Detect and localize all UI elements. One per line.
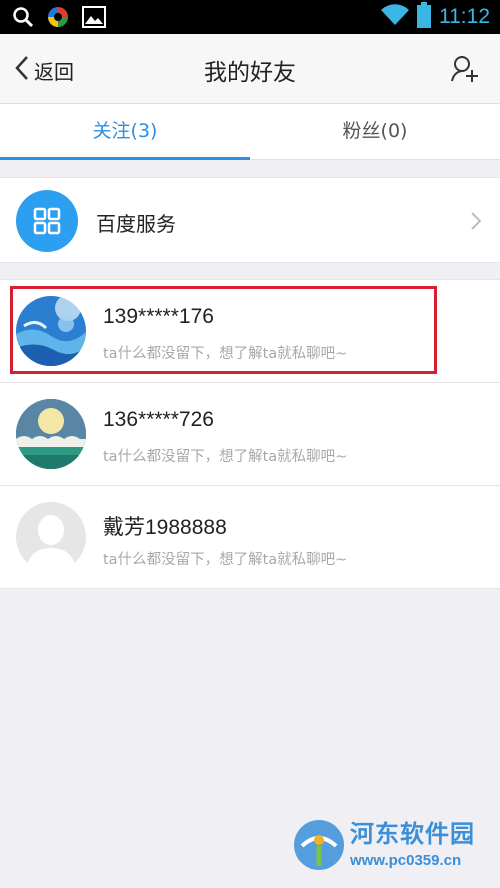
friend-name: 戴芳1988888	[103, 516, 227, 539]
chevron-right-icon	[470, 211, 482, 235]
friend-row[interactable]: 136*****726 ta什么都没留下，想了解ta就私聊吧~	[0, 383, 500, 486]
sunset-avatar	[16, 399, 86, 469]
page-title: 我的好友	[204, 60, 296, 86]
watermark-url: www.pc0359.cn	[350, 852, 462, 869]
status-time: 11:12	[439, 5, 490, 28]
default-person-avatar	[16, 502, 86, 572]
baidu-service-row[interactable]: 百度服务	[0, 177, 500, 263]
friend-row[interactable]: 139*****176 ta什么都没留下，想了解ta就私聊吧~	[0, 280, 500, 383]
watermark-logo-icon	[292, 816, 346, 878]
service-label: 百度服务	[96, 212, 176, 236]
ocean-avatar	[16, 296, 86, 366]
app-logo-icon	[46, 5, 70, 33]
friend-row[interactable]: 戴芳1988888 ta什么都没留下，想了解ta就私聊吧~	[0, 486, 500, 589]
add-friend-icon	[450, 54, 480, 88]
watermark: 河东软件园 www.pc0359.cn	[292, 812, 492, 880]
status-left-icons	[12, 5, 106, 33]
tab-fans[interactable]: 粉丝(0)	[250, 104, 500, 159]
friend-list: 139*****176 ta什么都没留下，想了解ta就私聊吧~ 136*****…	[0, 279, 500, 589]
wifi-icon	[381, 4, 409, 30]
friend-name: 139*****176	[103, 305, 214, 328]
image-icon	[82, 6, 106, 32]
friend-signature: ta什么都没留下，想了解ta就私聊吧~	[103, 346, 348, 362]
tab-following[interactable]: 关注(3)	[0, 104, 250, 160]
status-bar: 11:12	[0, 0, 500, 34]
tab-bar: 关注(3) 粉丝(0)	[0, 104, 500, 160]
watermark-title: 河东软件园	[350, 819, 475, 848]
battery-icon	[417, 2, 431, 32]
friend-name: 136*****726	[103, 408, 214, 431]
nav-bar: 返回 我的好友	[0, 34, 500, 104]
search-icon	[12, 6, 34, 32]
status-right-icons: 11:12	[381, 2, 490, 32]
add-friend-button[interactable]	[450, 54, 480, 88]
friend-signature: ta什么都没留下，想了解ta就私聊吧~	[103, 449, 348, 465]
friend-signature: ta什么都没留下，想了解ta就私聊吧~	[103, 552, 348, 568]
grid-apps-icon	[16, 190, 78, 252]
